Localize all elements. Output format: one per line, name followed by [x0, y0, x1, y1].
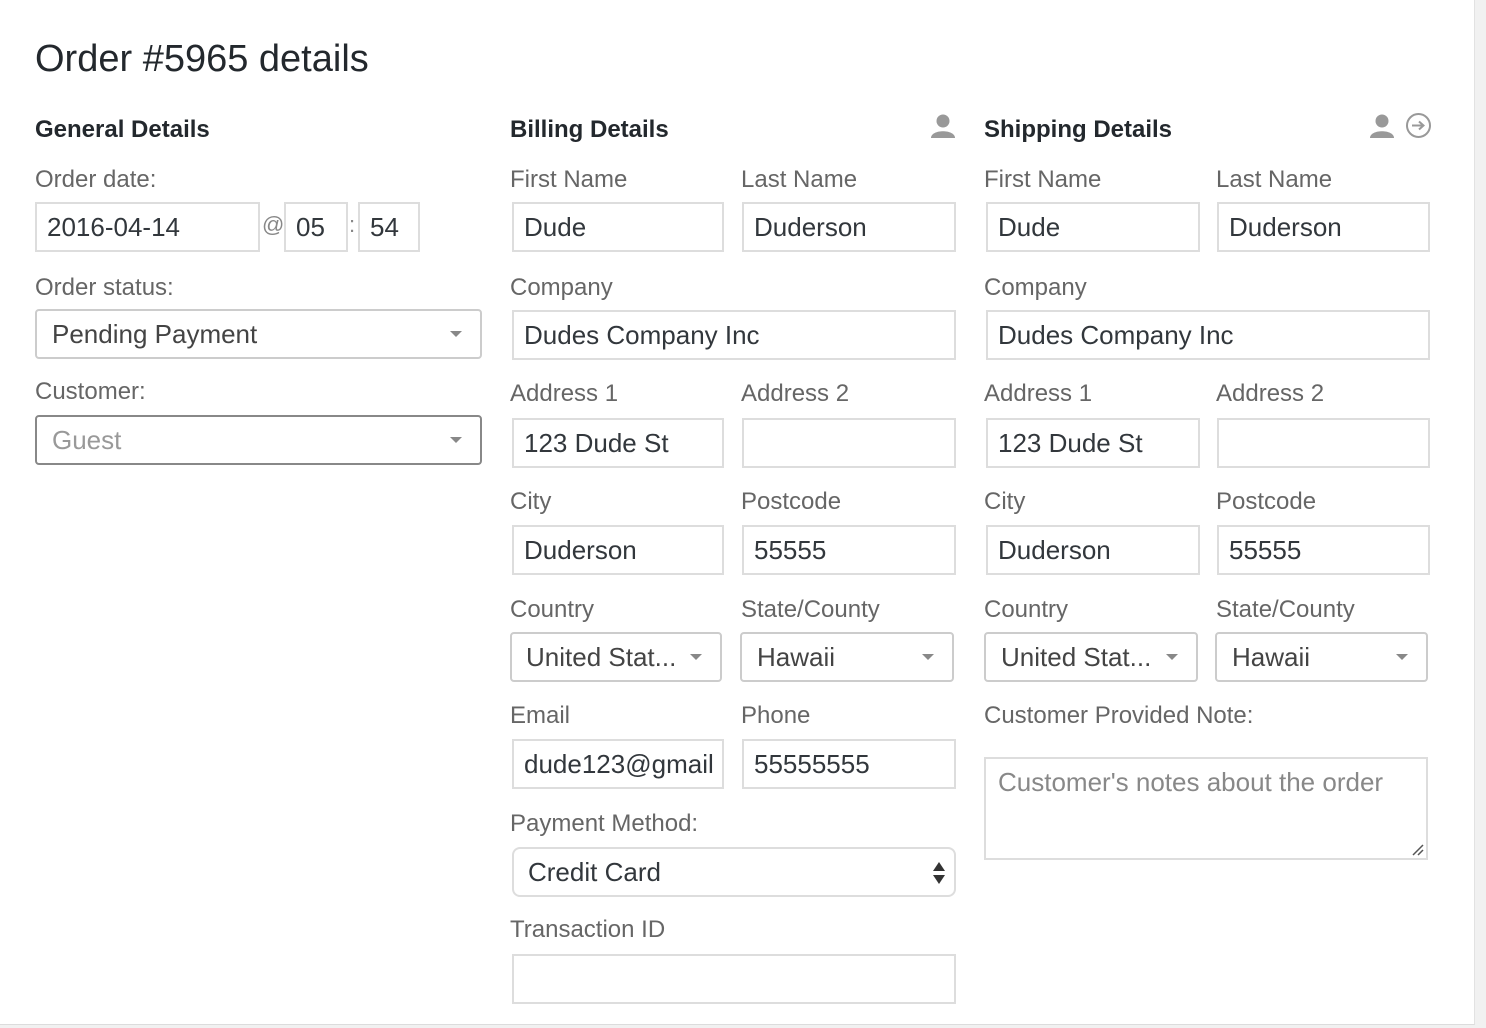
payment-method-value: Credit Card — [528, 857, 661, 887]
billing-state-select[interactable]: Hawaii — [740, 632, 954, 682]
customer-select[interactable]: Guest — [35, 415, 482, 465]
shipping-company-input[interactable]: Dudes Company Inc — [986, 310, 1430, 360]
billing-phone-input[interactable]: 55555555 — [742, 739, 956, 789]
chevron-down-icon — [1396, 654, 1408, 660]
billing-email-label: Email — [510, 702, 571, 729]
transaction-id-input[interactable] — [512, 954, 956, 1004]
billing-last-name-input[interactable]: Duderson — [742, 202, 956, 252]
billing-country-label: Country — [510, 596, 595, 623]
shipping-last-name-input[interactable]: Duderson — [1217, 202, 1430, 252]
payment-method-select[interactable]: Credit Card — [512, 847, 956, 897]
user-icon[interactable] — [1368, 113, 1396, 139]
shipping-country-select[interactable]: United Stat... — [984, 632, 1198, 682]
shipping-state-value: Hawaii — [1232, 642, 1311, 672]
billing-state-label: State/County — [741, 596, 880, 623]
order-hour-input[interactable]: 05 — [284, 202, 348, 252]
order-details-panel: Order #5965 details General Details Orde… — [0, 0, 1475, 1025]
customer-label: Customer: — [35, 378, 146, 405]
billing-country-select[interactable]: United Stat... — [510, 632, 722, 682]
billing-first-name-input[interactable]: Dude — [512, 202, 724, 252]
general-details-heading: General Details — [35, 116, 210, 143]
shipping-address1-input[interactable]: 123 Dude St — [986, 418, 1200, 468]
billing-details-heading: Billing Details — [510, 116, 669, 143]
shipping-first-name-input[interactable]: Dude — [986, 202, 1200, 252]
billing-company-input[interactable]: Dudes Company Inc — [512, 310, 956, 360]
order-date-label: Order date: — [35, 166, 157, 193]
shipping-state-label: State/County — [1216, 596, 1355, 623]
user-icon[interactable] — [929, 113, 957, 139]
billing-postcode-label: Postcode — [741, 488, 842, 515]
copy-arrow-icon[interactable] — [1405, 112, 1432, 139]
customer-note-label: Customer Provided Note: — [984, 702, 1254, 729]
shipping-address2-label: Address 2 — [1216, 380, 1325, 407]
billing-country-value: United Stat... — [526, 642, 677, 672]
billing-address1-input[interactable]: 123 Dude St — [512, 418, 724, 468]
order-minute-input[interactable]: 54 — [358, 202, 420, 252]
shipping-address1-label: Address 1 — [984, 380, 1093, 407]
order-status-select[interactable]: Pending Payment — [35, 309, 482, 359]
billing-address2-label: Address 2 — [741, 380, 850, 407]
shipping-city-input[interactable]: Duderson — [986, 525, 1200, 575]
shipping-first-name-label: First Name — [984, 166, 1102, 193]
shipping-country-label: Country — [984, 596, 1069, 623]
shipping-city-label: City — [984, 488, 1026, 515]
billing-last-name-label: Last Name — [741, 166, 858, 193]
billing-phone-label: Phone — [741, 702, 811, 729]
billing-email-input[interactable]: dude123@gmail — [512, 739, 724, 789]
billing-address1-label: Address 1 — [510, 380, 619, 407]
chevron-down-icon — [922, 654, 934, 660]
shipping-country-value: United Stat... — [1001, 642, 1152, 672]
transaction-id-label: Transaction ID — [510, 916, 666, 943]
customer-placeholder: Guest — [52, 425, 122, 455]
shipping-last-name-label: Last Name — [1216, 166, 1333, 193]
shipping-state-select[interactable]: Hawaii — [1215, 632, 1428, 682]
resize-handle-icon[interactable] — [1410, 842, 1424, 856]
at-separator: @ — [262, 212, 285, 237]
shipping-details-heading: Shipping Details — [984, 116, 1173, 143]
chevron-down-icon — [1166, 654, 1178, 660]
customer-note-placeholder: Customer's notes about the order — [998, 767, 1384, 797]
customer-note-textarea[interactable]: Customer's notes about the order — [984, 757, 1428, 860]
chevron-down-icon — [450, 331, 462, 337]
shipping-address2-input[interactable] — [1217, 418, 1430, 468]
time-colon: : — [349, 212, 356, 237]
page-title: Order #5965 details — [35, 38, 369, 80]
billing-postcode-input[interactable]: 55555 — [742, 525, 956, 575]
select-updown-icon — [933, 862, 945, 884]
billing-city-label: City — [510, 488, 552, 515]
billing-city-input[interactable]: Duderson — [512, 525, 724, 575]
payment-method-label: Payment Method: — [510, 810, 699, 837]
order-date-input[interactable]: 2016-04-14 — [35, 202, 260, 252]
billing-address2-input[interactable] — [742, 418, 956, 468]
shipping-company-label: Company — [984, 274, 1087, 301]
chevron-down-icon — [690, 654, 702, 660]
order-status-label: Order status: — [35, 274, 174, 301]
billing-company-label: Company — [510, 274, 613, 301]
billing-state-value: Hawaii — [757, 642, 836, 672]
shipping-postcode-input[interactable]: 55555 — [1217, 525, 1430, 575]
billing-first-name-label: First Name — [510, 166, 628, 193]
window-gutter — [1475, 0, 1486, 1028]
chevron-down-icon — [450, 437, 462, 443]
order-status-value: Pending Payment — [52, 319, 258, 349]
shipping-postcode-label: Postcode — [1216, 488, 1317, 515]
